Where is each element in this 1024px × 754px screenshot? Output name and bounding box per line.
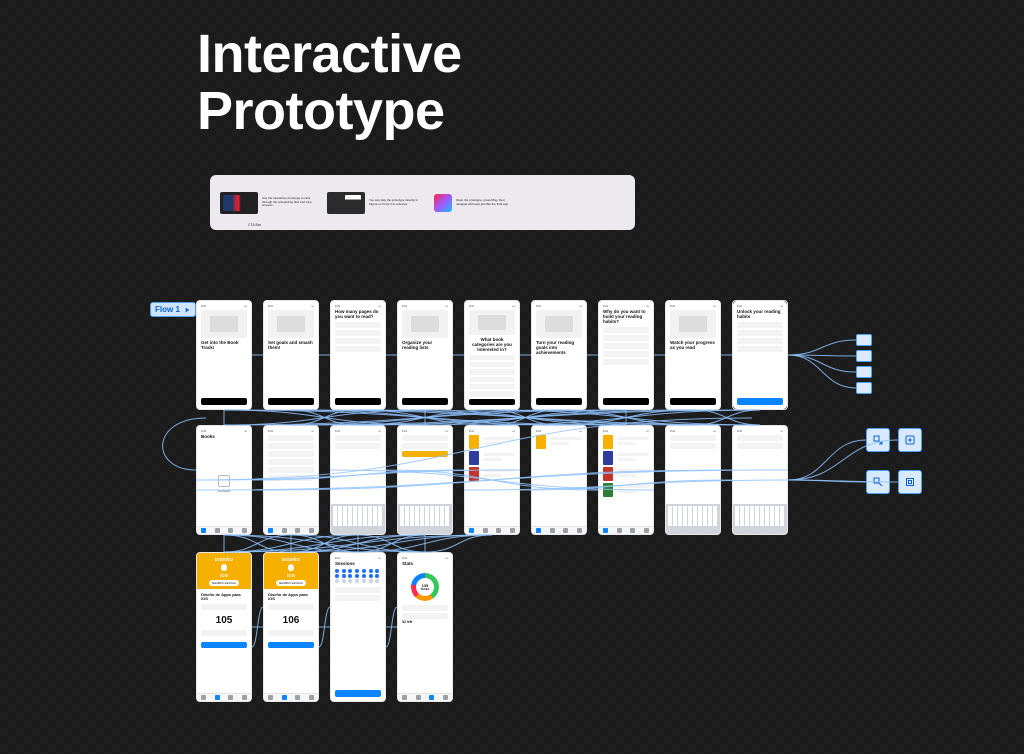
library-screen-1[interactable]: 9:41•••BooksNo books: [196, 425, 252, 535]
library-screen-9[interactable]: 9:41•••: [732, 425, 788, 535]
onboarding-screen-7[interactable]: 9:41••• Why do you want to build your re…: [598, 300, 654, 410]
library-screen-6[interactable]: 9:41•••: [531, 425, 587, 535]
detail-screen-3[interactable]: 9:41•••Sessions: [330, 552, 386, 702]
library-screen-8[interactable]: 9:41•••: [665, 425, 721, 535]
demo-thumb-2: [327, 192, 365, 214]
onboarding-screen-5[interactable]: 9:41••• What book categories are you int…: [464, 300, 520, 410]
onboarding-screen-8[interactable]: 9:41••• Watch your progress as you read: [665, 300, 721, 410]
detail-screen-2[interactable]: DISEÑOiOSSwiftUI edition Diseño de Apps …: [263, 552, 319, 702]
onboarding-screen-1[interactable]: 9:41••• Get into the Book Track!: [196, 300, 252, 410]
figma-icon: [434, 194, 452, 212]
flow-start-badge[interactable]: Flow 1: [150, 302, 196, 317]
mini-node-3[interactable]: [856, 366, 872, 378]
onboarding-screen-6[interactable]: 9:41••• Turn your reading goals into ach…: [531, 300, 587, 410]
library-screen-3[interactable]: 9:41•••: [330, 425, 386, 535]
demo-card: Use the interactive prototype to click t…: [210, 175, 635, 230]
overlay-node-2[interactable]: [898, 428, 922, 452]
onboarding-screen-4[interactable]: 9:41••• Organize your reading lists: [397, 300, 453, 410]
demo-note-1: Use the interactive prototype to click t…: [262, 197, 317, 208]
library-screen-2[interactable]: 9:41•••: [263, 425, 319, 535]
play-icon: [183, 306, 191, 314]
demo-caption: CTA Bar: [248, 223, 261, 227]
overlay-node-4[interactable]: [898, 470, 922, 494]
library-screen-7[interactable]: 9:41•••: [598, 425, 654, 535]
demo-note-3: Open the prototype, press Play, then nav…: [456, 199, 511, 206]
mini-node-2[interactable]: [856, 350, 872, 362]
overlay-node-1[interactable]: [866, 428, 890, 452]
onboarding-screen-3[interactable]: 9:41••• How many pages do you want to re…: [330, 300, 386, 410]
row-library: 9:41•••BooksNo books9:41•••9:41•••9:41••…: [196, 425, 788, 535]
library-screen-5[interactable]: 9:41•••: [464, 425, 520, 535]
library-screen-4[interactable]: 9:41•••: [397, 425, 453, 535]
row-onboarding: 9:41••• Get into the Book Track! 9:41•••…: [196, 300, 788, 410]
mini-node-4[interactable]: [856, 382, 872, 394]
onboarding-screen-2[interactable]: 9:41••• Set goals and smash them!: [263, 300, 319, 410]
overlay-node-3[interactable]: [866, 470, 890, 494]
detail-screen-1[interactable]: DISEÑOiOSSwiftUI edition Diseño de Apps …: [196, 552, 252, 702]
detail-screen-4[interactable]: 9:41•••Stats 135PAGES 32 left: [397, 552, 453, 702]
onboarding-screen-9[interactable]: 9:41••• Unlock your reading habits: [732, 300, 788, 410]
flow-label: Flow 1: [155, 305, 180, 314]
demo-thumb-1: [220, 192, 258, 214]
mini-node-1[interactable]: [856, 334, 872, 346]
row-detail: DISEÑOiOSSwiftUI edition Diseño de Apps …: [196, 552, 453, 702]
page-title: InteractivePrototype: [197, 26, 462, 139]
demo-note-2: You can play the prototype directly in F…: [369, 199, 424, 206]
